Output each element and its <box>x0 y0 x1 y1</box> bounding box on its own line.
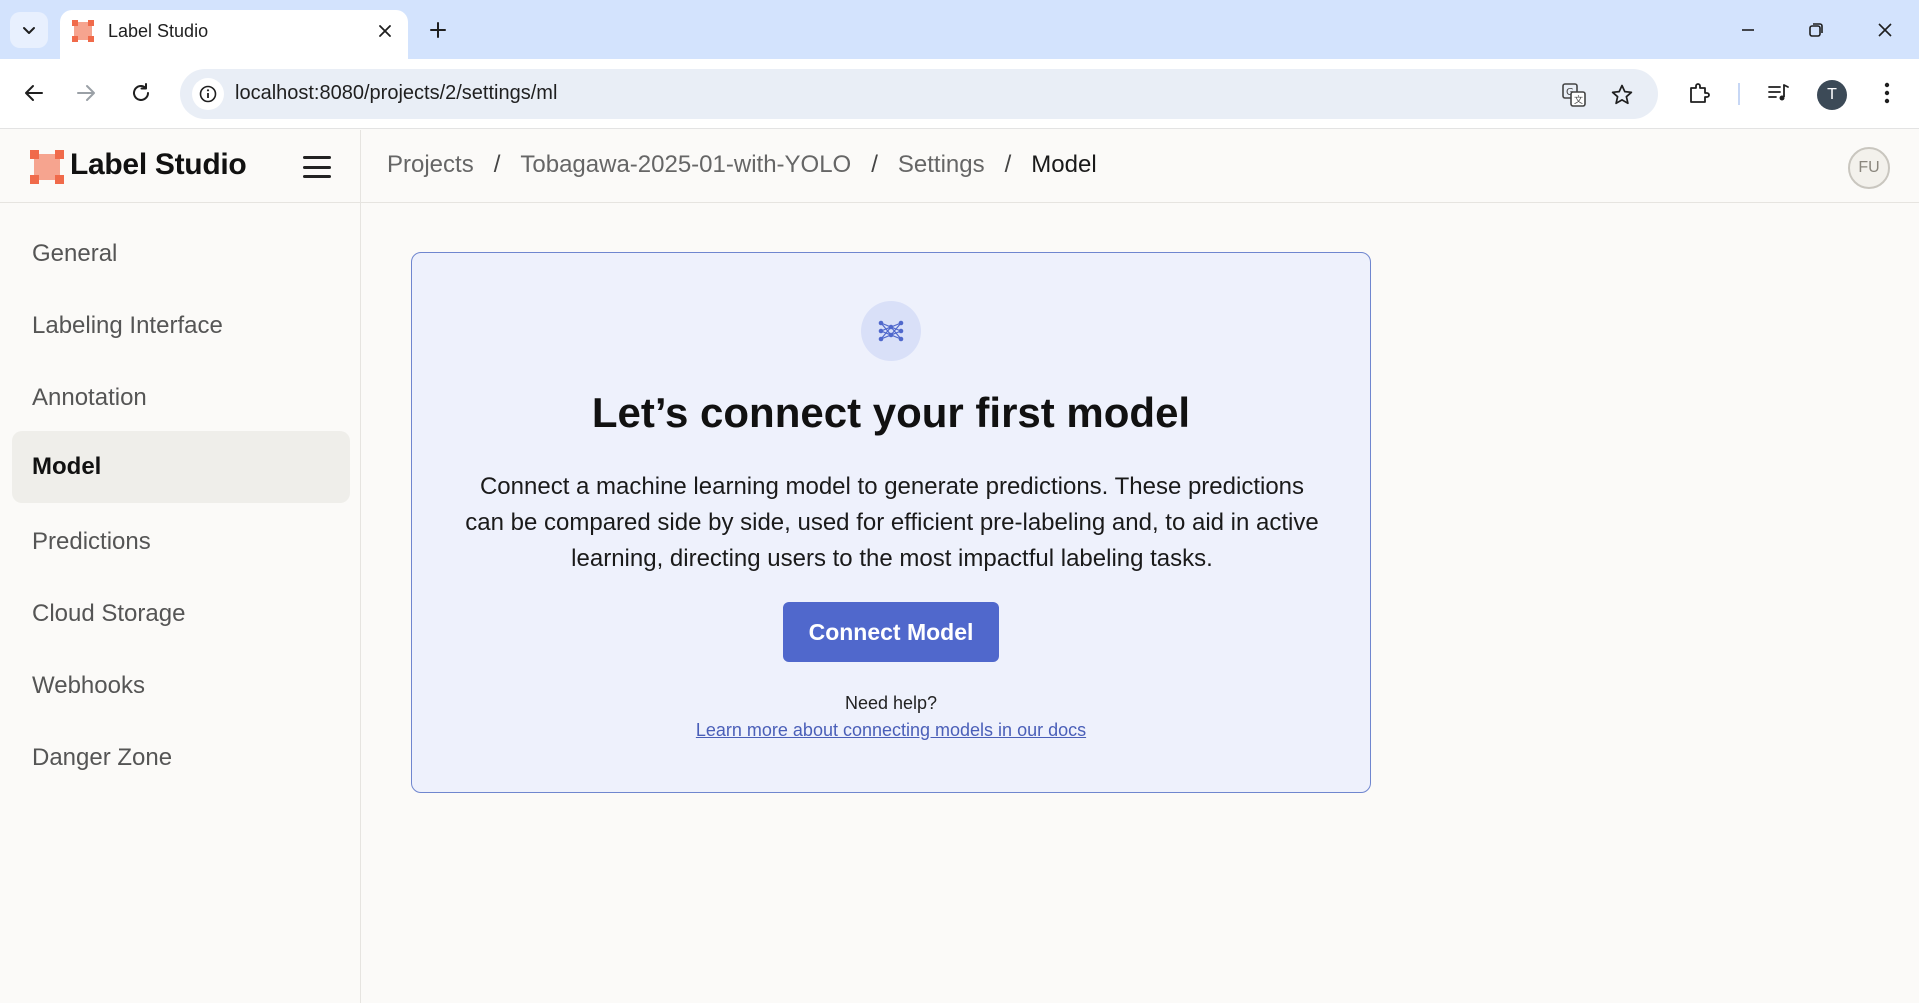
hamburger-icon-line <box>303 165 331 169</box>
tab-search-button[interactable] <box>10 12 48 48</box>
browser-tabbar: Label Studio <box>0 0 1919 59</box>
header-divider <box>360 130 361 203</box>
new-tab-button[interactable] <box>424 16 452 44</box>
empty-state-description: Connect a machine learning model to gene… <box>465 473 1319 572</box>
menu-toggle-button[interactable] <box>300 152 334 182</box>
breadcrumb-settings[interactable]: Settings <box>898 151 985 179</box>
hamburger-icon-line <box>303 156 331 159</box>
breadcrumb-projects[interactable]: Projects <box>387 151 474 179</box>
breadcrumb-separator: / <box>493 151 501 178</box>
reload-icon <box>133 83 149 101</box>
media-controls-icon <box>1768 84 1789 101</box>
breadcrumb: Projects / Tobagawa-2025-01-with-YOLO / … <box>387 151 1097 179</box>
toolbar-divider <box>1738 83 1740 105</box>
breadcrumb-separator: / <box>1004 151 1012 178</box>
chevron-down-icon <box>23 27 35 34</box>
sidebar-item-model[interactable]: Model <box>12 431 350 503</box>
restore-icon <box>1809 23 1823 37</box>
tab-title: Label Studio <box>108 21 209 41</box>
sidebar-item-labeling-interface[interactable]: Labeling Interface <box>12 290 350 362</box>
forward-button[interactable] <box>68 75 104 111</box>
translate-icon: G文 <box>1562 83 1586 107</box>
sidebar-item-cloud-storage[interactable]: Cloud Storage <box>12 578 350 650</box>
connect-model-button[interactable]: Connect Model <box>783 602 999 662</box>
browser-tab[interactable]: Label Studio <box>60 10 408 59</box>
sidebar-item-webhooks[interactable]: Webhooks <box>12 650 350 722</box>
minimize-button[interactable] <box>1732 14 1764 46</box>
plus-icon <box>430 22 446 38</box>
sidebar-item-danger-zone[interactable]: Danger Zone <box>12 722 350 794</box>
sidebar-item-predictions[interactable]: Predictions <box>12 506 350 578</box>
browser-profile-avatar[interactable]: T <box>1817 80 1847 110</box>
sidebar-item-general[interactable]: General <box>12 218 350 290</box>
svg-text:文: 文 <box>1574 94 1583 106</box>
user-avatar[interactable]: FU <box>1848 147 1890 189</box>
app-header: Label Studio Projects / Tobagawa-2025-01… <box>0 130 1919 203</box>
browser-toolbar: localhost:8080/projects/2/settings/ml G文… <box>0 59 1919 129</box>
more-vert-icon <box>1884 82 1890 104</box>
star-icon <box>1611 84 1633 105</box>
reload-button[interactable] <box>123 75 159 111</box>
back-arrow-icon <box>25 85 43 101</box>
logo-text[interactable]: Label Studio <box>70 148 247 182</box>
address-bar[interactable]: localhost:8080/projects/2/settings/ml G文 <box>180 69 1658 119</box>
minimize-icon <box>1742 29 1754 31</box>
need-help-text: Need help? <box>844 693 938 713</box>
translate-button[interactable]: G文 <box>1560 81 1588 109</box>
back-button[interactable] <box>16 75 52 111</box>
label-studio-logo-icon[interactable] <box>30 150 64 184</box>
connect-model-card: Let’s connect your first model Connect a… <box>411 252 1371 793</box>
sidebar-item-annotation[interactable]: Annotation <box>12 362 350 434</box>
hamburger-icon-line <box>303 175 331 178</box>
site-info-icon <box>199 85 217 103</box>
close-icon <box>379 25 391 37</box>
url-text[interactable]: localhost:8080/projects/2/settings/ml <box>235 82 557 105</box>
forward-arrow-icon <box>77 85 95 101</box>
extensions-button[interactable] <box>1682 76 1716 110</box>
site-info-button[interactable] <box>192 78 224 110</box>
browser-menu-button[interactable] <box>1870 76 1904 110</box>
window-close-icon <box>1878 23 1892 37</box>
bookmark-button[interactable] <box>1608 81 1636 109</box>
window-close-button[interactable] <box>1869 14 1901 46</box>
tab-close-button[interactable] <box>374 20 396 42</box>
breadcrumb-model: Model <box>1031 151 1097 178</box>
label-studio-favicon-icon <box>72 20 94 42</box>
docs-link[interactable]: Learn more about connecting models in ou… <box>412 720 1370 741</box>
settings-sidebar: General Labeling Interface Annotation Mo… <box>0 203 361 1003</box>
breadcrumb-project[interactable]: Tobagawa-2025-01-with-YOLO <box>520 151 851 179</box>
model-network-icon <box>861 301 921 361</box>
restore-button[interactable] <box>1800 14 1832 46</box>
neural-network-icon <box>878 320 904 342</box>
empty-state-title: Let’s connect your first model <box>591 389 1191 436</box>
breadcrumb-separator: / <box>871 151 878 178</box>
media-controls-button[interactable] <box>1761 76 1795 110</box>
extensions-icon <box>1690 83 1710 103</box>
